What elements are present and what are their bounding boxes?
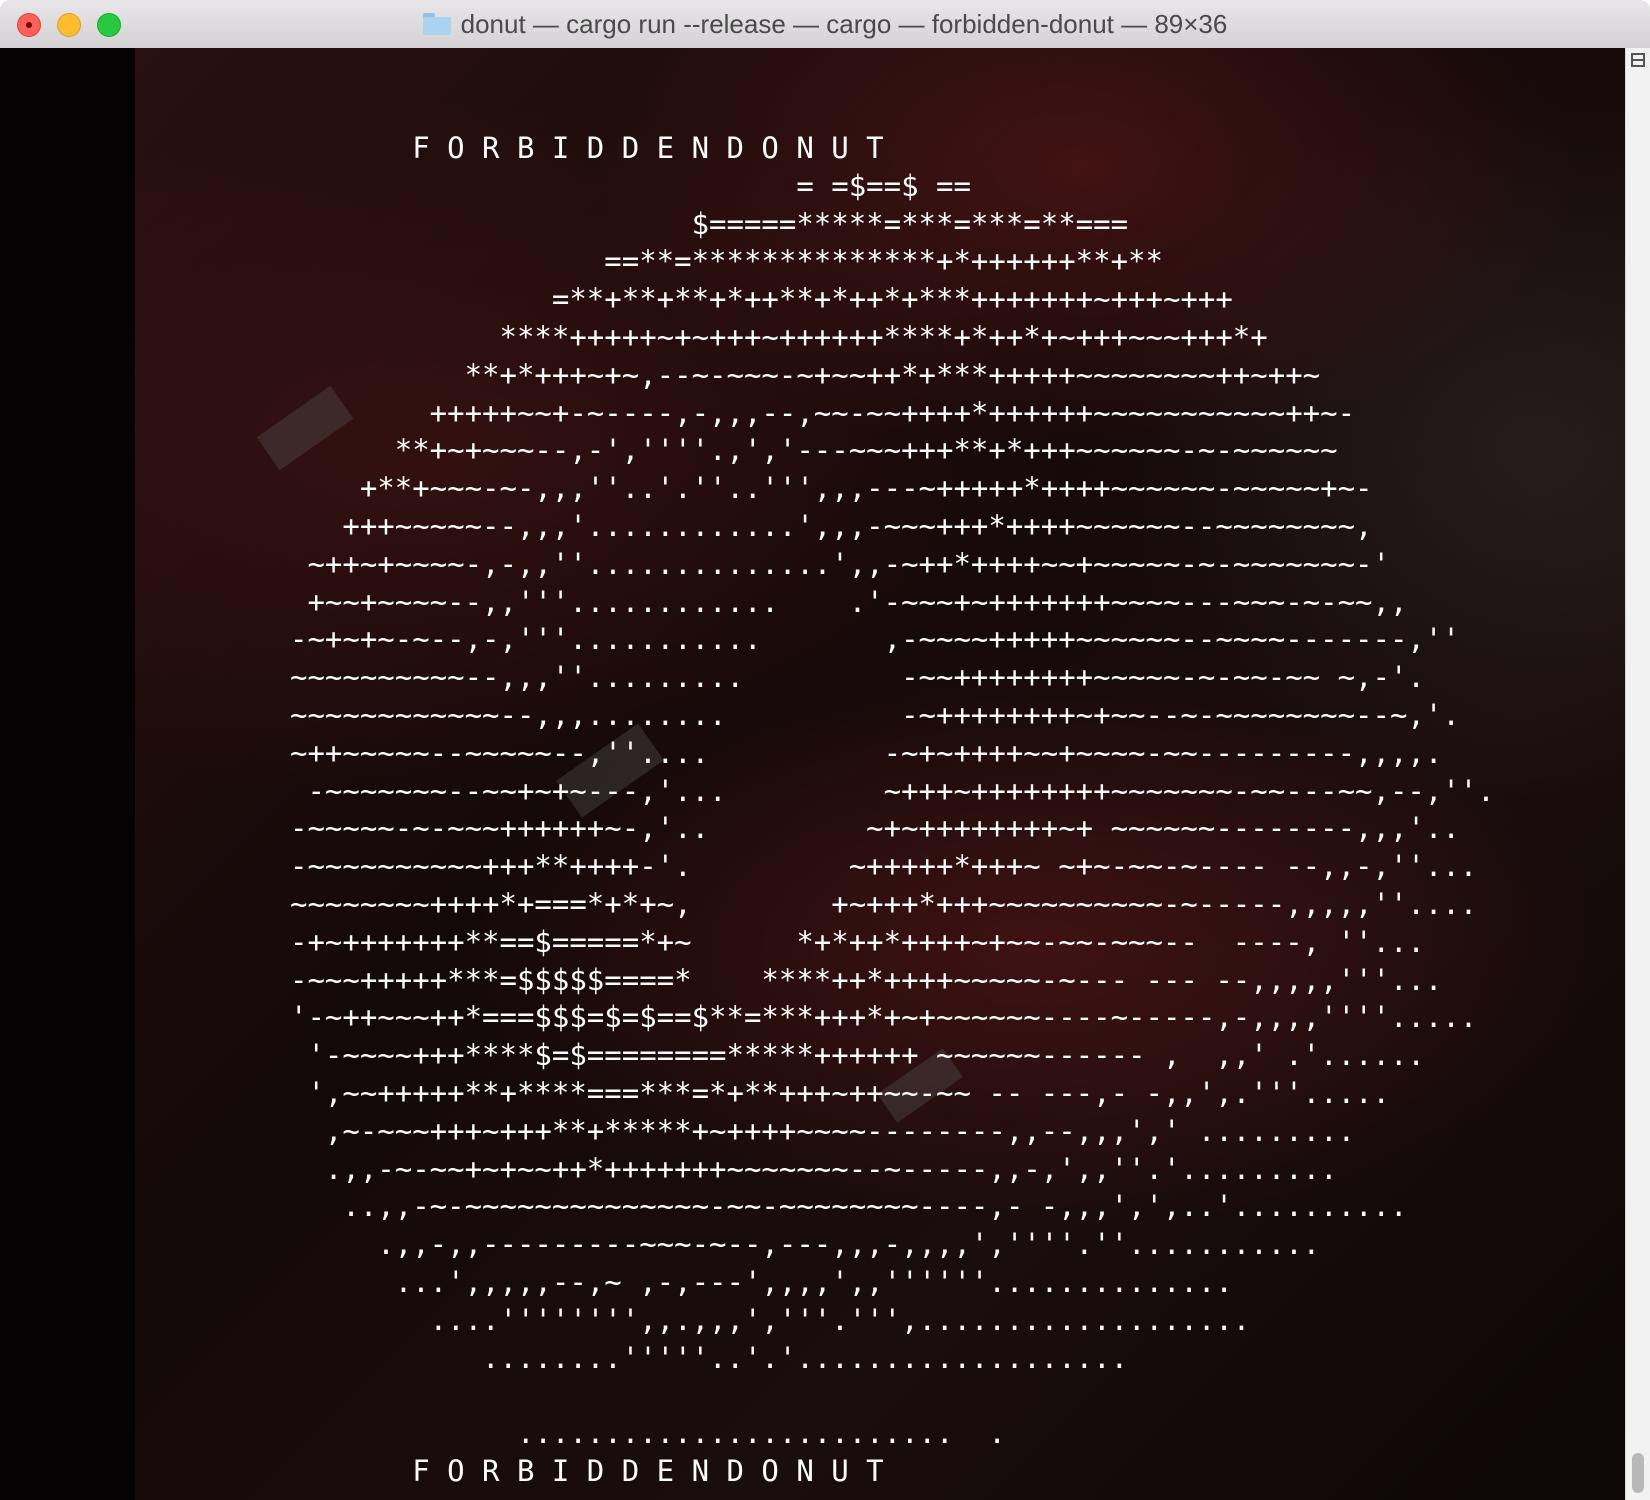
terminal-line: =**+**+**+*++**+*++*+***+++++++~+++~+++ bbox=[290, 282, 1233, 317]
terminal-line: '-~~~~+++****$=$========*****++++++ ~~~~… bbox=[290, 1038, 1425, 1073]
terminal-line: ,~-~~~+++~+++**+*****+~++++~~~~--------,… bbox=[290, 1113, 1356, 1148]
folder-icon bbox=[422, 13, 451, 35]
terminal-line: -~~~~~~~--~~+~+~---,'... ~+++~++++++++~~… bbox=[290, 773, 1495, 808]
terminal-output: F O R B I D D E N D O N U T = =$==$ == $… bbox=[290, 130, 1495, 1491]
terminal-line: ..,,-~-~~~~~~~~~~~~~~-~~-~~~~~~~~----,- … bbox=[290, 1189, 1408, 1224]
terminal-line: .,,-~-~~+~+~~++*+++++++~~~~~~~--~-----,,… bbox=[290, 1151, 1338, 1186]
terminal-line: = =$==$ == bbox=[290, 168, 971, 203]
scrollbar[interactable] bbox=[1625, 48, 1650, 1500]
split-pane-icon[interactable] bbox=[1631, 53, 1645, 67]
scrollbar-thumb[interactable] bbox=[1632, 1453, 1644, 1493]
terminal-line: ~~~~~~~~~~~~--,,,........ -~++++++++~+~~… bbox=[290, 697, 1460, 732]
terminal-line: F O R B I D D E N D O N U T bbox=[290, 131, 884, 165]
terminal-line: ~++~+~~~~-,-,,''..............',,-~++*++… bbox=[290, 546, 1390, 581]
terminal-line: **+*+++~+~,--~-~~~-~+~~++*+***+++++~~~~~… bbox=[290, 357, 1321, 392]
terminal-line: .,,-,,---------~~~-~--,---,,,-,,,,',''''… bbox=[290, 1227, 1321, 1262]
terminal-line: '-~++~~~++*===$$$=$=$==$**=***+++*+~+~~~… bbox=[290, 1000, 1478, 1035]
window-title-area: donut — cargo run --release — cargo — fo… bbox=[0, 0, 1650, 48]
terminal-line: +**+~~~-~-,,,''..'.''..''',,,---~+++++*+… bbox=[290, 471, 1373, 506]
terminal-line: +~~+~~~~--,,'''............ .'-~~~+~++++… bbox=[290, 584, 1408, 619]
terminal-line: ........'''''..'.'................... bbox=[290, 1340, 1129, 1375]
terminal-line: +++++~~+-~----,-,,,--,~~-~~++++*++++++~~… bbox=[290, 395, 1356, 430]
terminal-line: ~~~~~~~~++++*+===*+*+~, +~+++*+++~~~~~~~… bbox=[290, 886, 1478, 921]
terminal-line: ****+++++~+~+++~++++++****+*++*+~+++~~~+… bbox=[290, 319, 1268, 354]
terminal-window: donut — cargo run --release — cargo — fo… bbox=[0, 0, 1650, 1500]
terminal-line: -+~+++++++**==$=====*+~ *+*++*++++~+~~-~… bbox=[290, 924, 1425, 959]
terminal-line: ',~~+++++**+****===***=*+**+++~++~~-~~ -… bbox=[290, 1075, 1390, 1110]
terminal-line: ....'''''''',,.,,,','''.''',............… bbox=[290, 1302, 1251, 1337]
terminal-line: F O R B I D D E N D O N U T bbox=[290, 1453, 884, 1488]
window-title: donut — cargo run --release — cargo — fo… bbox=[460, 8, 1228, 39]
terminal-line: $=====*****=***=***=**=== bbox=[290, 206, 1129, 241]
terminal-line: ...',,,,,--,~ ,-,---',,,,',,''''''......… bbox=[290, 1264, 1233, 1299]
background-dark-panel bbox=[0, 48, 135, 1500]
terminal-line: -~+~+~-~--,-,'''........... ,-~~~~+++++~… bbox=[290, 622, 1460, 657]
terminal-line: ==**=**************+*++++++**+** bbox=[290, 244, 1163, 279]
terminal-line: ~~~~~~~~~~--,,,''......... -~~++++++++~~… bbox=[290, 660, 1425, 695]
terminal-line: -~~~+++++***=$$$$$====* ****++*++++~~~~~… bbox=[290, 962, 1443, 997]
terminal-line: +++~~~~~--,,,'............',,,-~~~+++*++… bbox=[290, 508, 1373, 543]
terminal-content[interactable]: F O R B I D D E N D O N U T = =$==$ == $… bbox=[0, 48, 1650, 1500]
title-bar[interactable]: donut — cargo run --release — cargo — fo… bbox=[0, 0, 1650, 49]
terminal-line: ......................... . bbox=[290, 1416, 1006, 1451]
terminal-line: **+~+~~~--,-',''''.,','---~~~+++**+*+++~… bbox=[290, 433, 1338, 468]
terminal-line: -~~~~~-~-~~~++++++~-,'.. ~+~++++++++~+ ~… bbox=[290, 811, 1460, 846]
terminal-line: ~++~~~~~--~~~~~--,''.... -~+~++++~~+~~~~… bbox=[290, 735, 1443, 770]
terminal-line: -~~~~~~~~~~+++**++++-'. ~+++++*+++~ ~+~-… bbox=[290, 849, 1478, 884]
